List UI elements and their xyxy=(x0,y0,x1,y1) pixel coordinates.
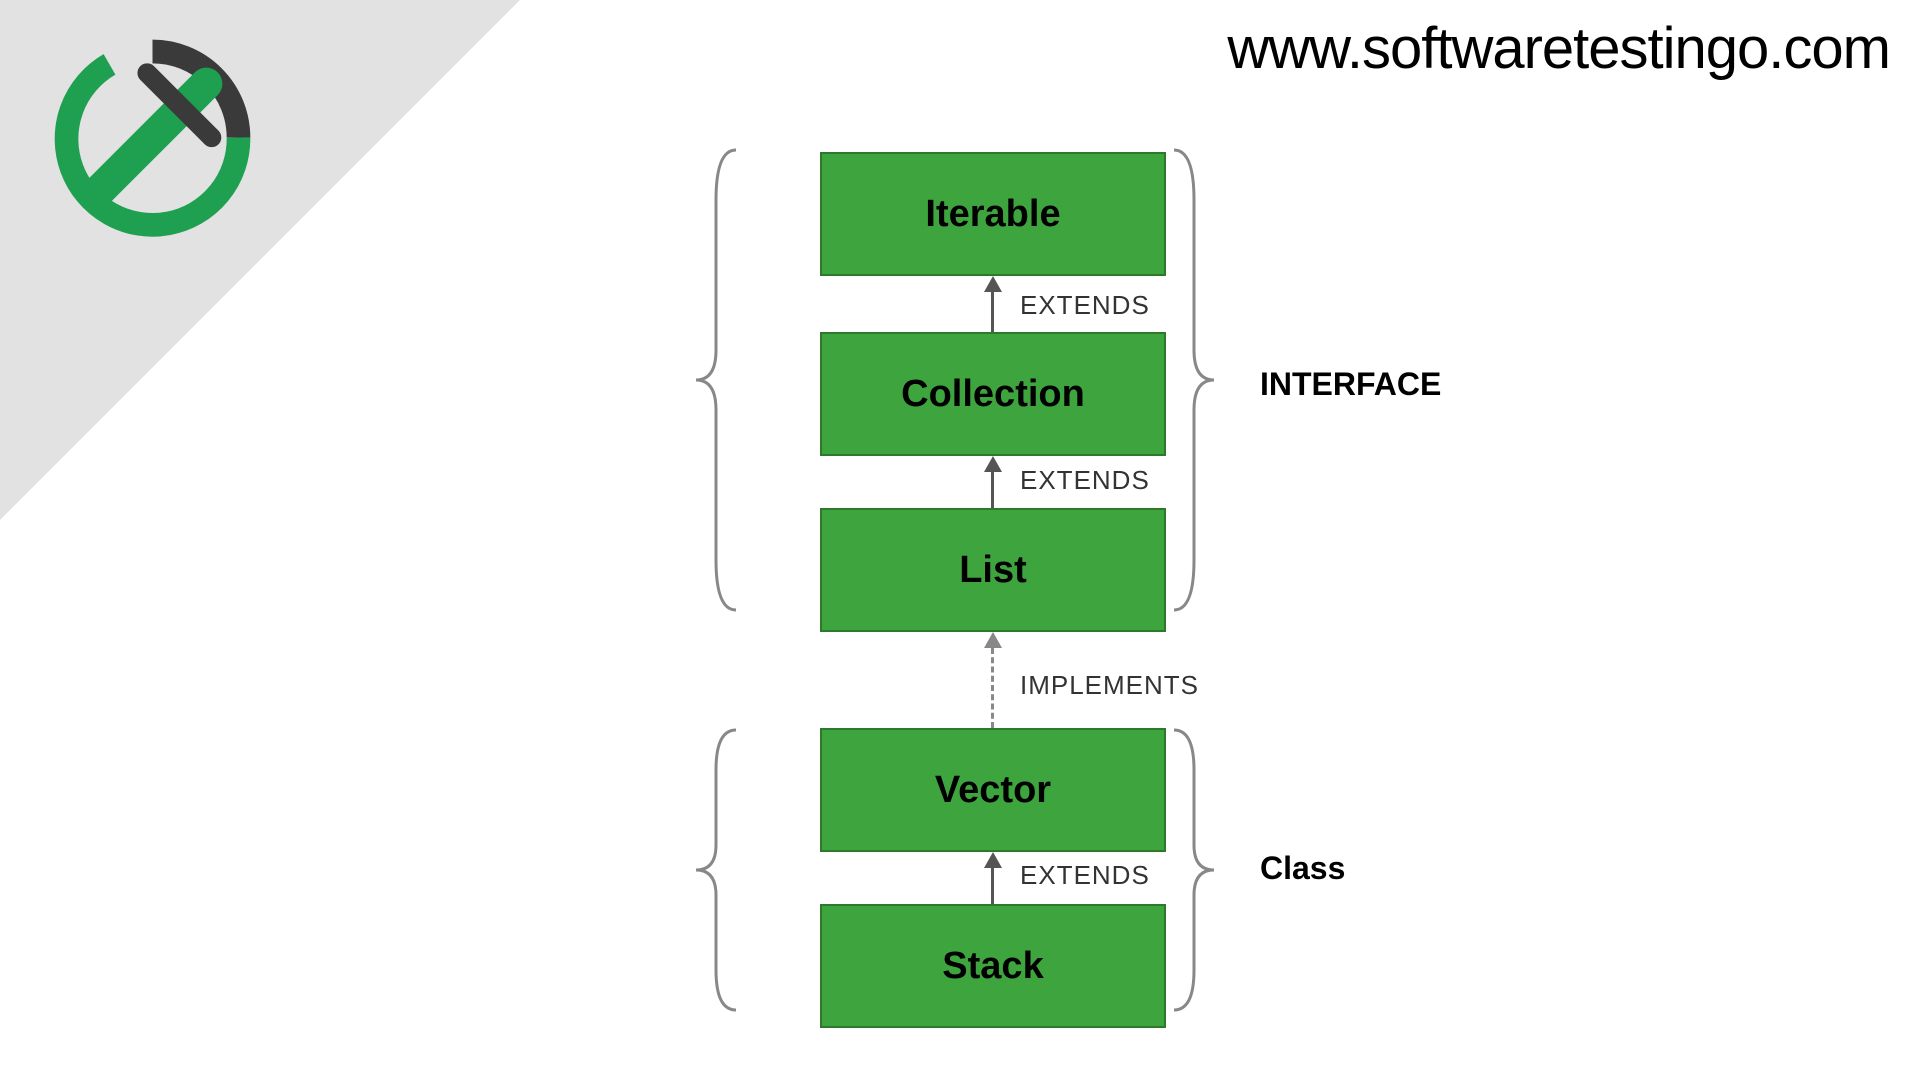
node-vector: Vector xyxy=(820,728,1166,852)
extends-label-3: EXTENDS xyxy=(1020,860,1150,891)
node-list-label: List xyxy=(959,549,1027,592)
node-stack-label: Stack xyxy=(942,945,1043,988)
arrow-head-icon xyxy=(984,276,1002,292)
class-group-label: Class xyxy=(1260,850,1345,887)
brace-left-class-icon xyxy=(686,720,740,1020)
logo xyxy=(45,30,260,245)
node-iterable: Iterable xyxy=(820,152,1166,276)
arrow-dashed-line xyxy=(991,648,994,728)
extends-label-1: EXTENDS xyxy=(1020,290,1150,321)
interface-group-label: INTERFACE xyxy=(1260,366,1441,403)
arrow-head-icon xyxy=(984,852,1002,868)
brace-right-interface-icon xyxy=(1170,140,1224,620)
arrow-line xyxy=(991,292,994,332)
extends-label-2: EXTENDS xyxy=(1020,465,1150,496)
node-list: List xyxy=(820,508,1166,632)
node-vector-label: Vector xyxy=(935,769,1051,812)
arrow-line xyxy=(991,868,994,904)
node-collection: Collection xyxy=(820,332,1166,456)
node-stack: Stack xyxy=(820,904,1166,1028)
arrow-line xyxy=(991,472,994,508)
site-url: www.softwaretestingo.com xyxy=(1227,15,1890,82)
node-iterable-label: Iterable xyxy=(925,193,1060,236)
implements-label: IMPLEMENTS xyxy=(1020,670,1199,701)
logo-icon xyxy=(45,30,260,245)
node-collection-label: Collection xyxy=(901,373,1085,416)
brace-left-interface-icon xyxy=(686,140,740,620)
brace-right-class-icon xyxy=(1170,720,1224,1020)
arrow-head-icon xyxy=(984,632,1002,648)
arrow-head-icon xyxy=(984,456,1002,472)
